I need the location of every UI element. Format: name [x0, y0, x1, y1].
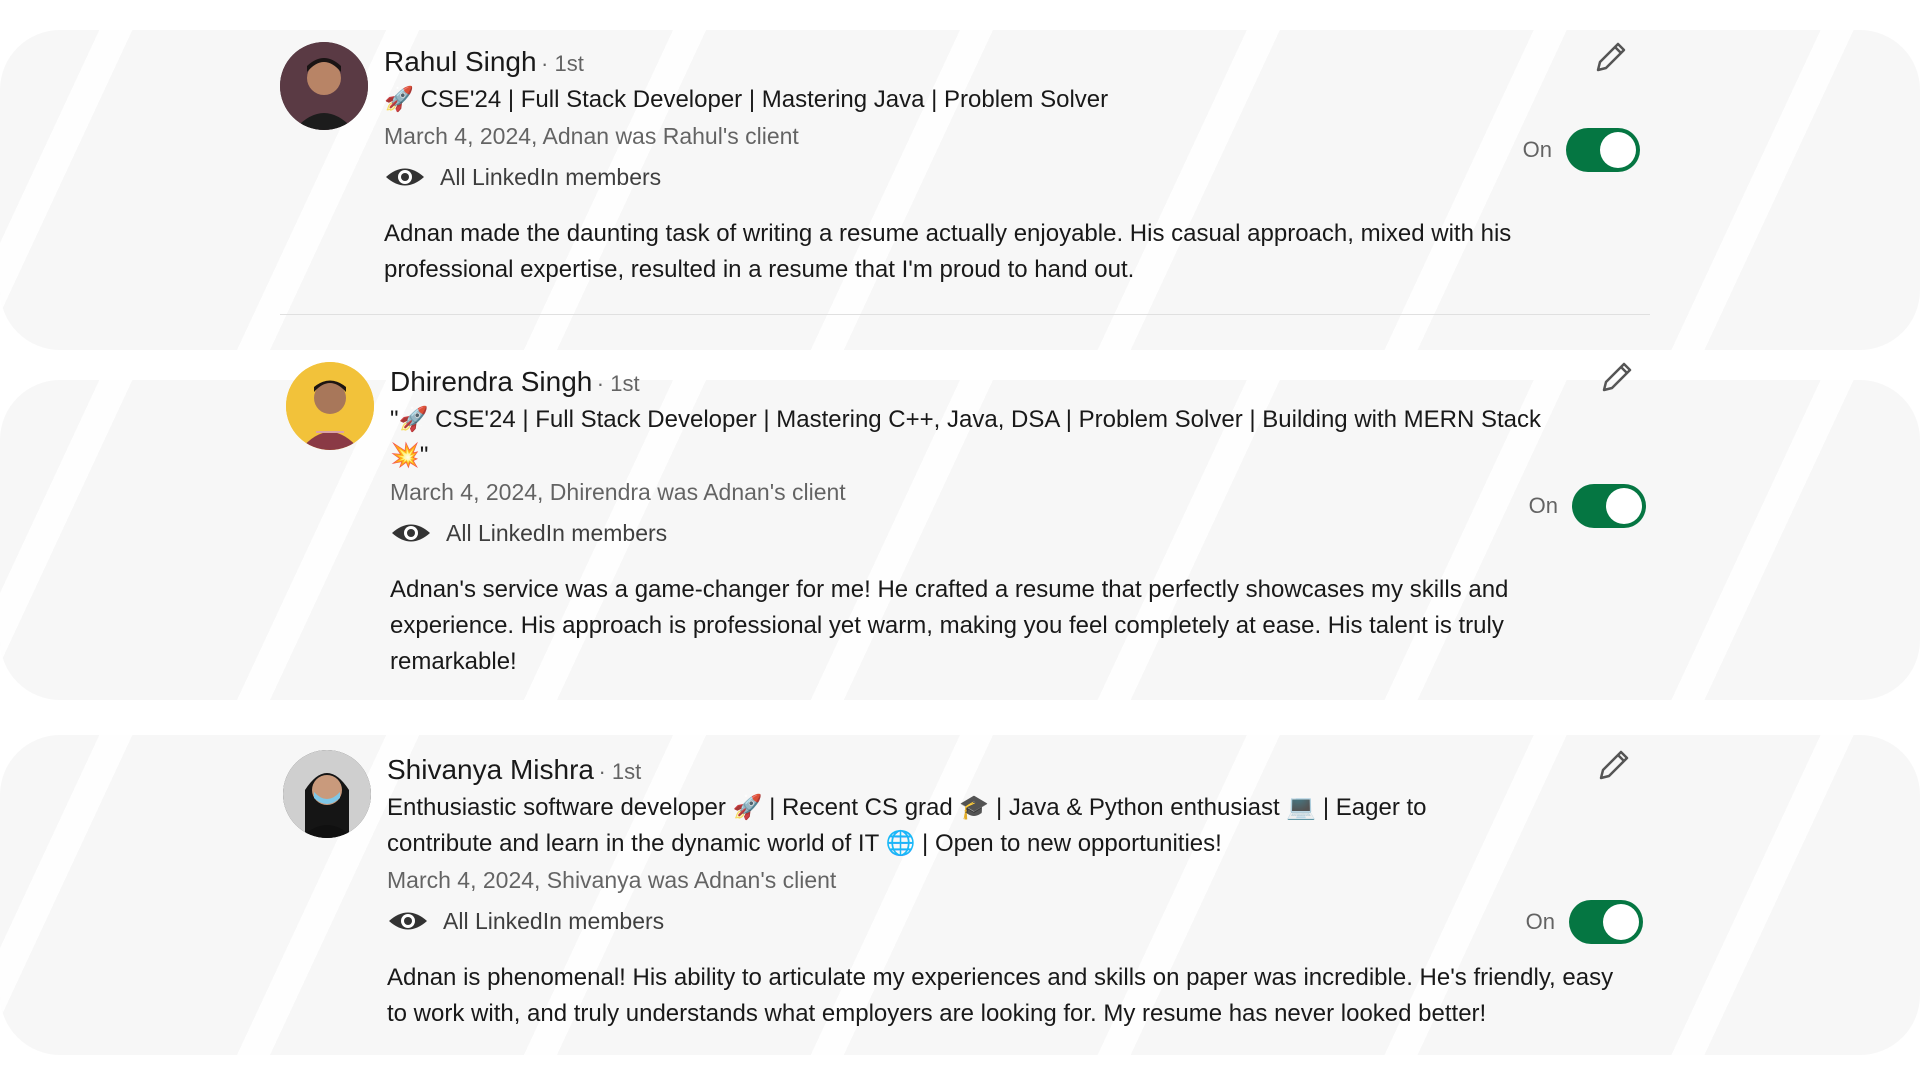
avatar-rahul[interactable]: [280, 42, 368, 130]
recommendation-date: March 4, 2024, Adnan was Rahul's client: [384, 123, 799, 149]
recommendation-text: Adnan is phenomenal! His ability to arti…: [387, 964, 1614, 1027]
recommendations-page: Rahul Singh · 1st 🚀 CSE'24 | Full Stack …: [0, 0, 1920, 1080]
toggle-label: On: [1522, 137, 1552, 162]
recommendation-date: March 4, 2024, Shivanya was Adnan's clie…: [387, 867, 837, 893]
toggle-knob: [1600, 132, 1636, 168]
visibility-label: All LinkedIn members: [440, 164, 662, 190]
recommendation-text: Adnan made the daunting task of writing …: [384, 220, 1512, 283]
edit-button[interactable]: [1593, 746, 1633, 786]
toggle-label: On: [1528, 493, 1558, 518]
connection-degree: · 1st: [598, 759, 642, 784]
visibility-toggle[interactable]: [1566, 128, 1640, 172]
avatar-shivanya-image: [283, 750, 371, 838]
recommendation-card-shivanya: Shivanya Mishra · 1st Enthusiastic softw…: [283, 750, 1653, 1050]
toggle-knob: [1606, 488, 1642, 524]
connection-degree: · 1st: [541, 51, 584, 76]
pencil-icon: [1596, 42, 1626, 72]
visibility-row: All LinkedIn members: [387, 900, 1567, 942]
avatar-shivanya[interactable]: [283, 750, 371, 838]
recommendation-content: Shivanya Mishra · 1st Enthusiastic softw…: [387, 750, 1613, 1032]
recommendation-content: Dhirendra Singh · 1st "🚀 CSE'24 | Full S…: [390, 362, 1570, 680]
visibility-toggle-group: On: [1529, 484, 1646, 528]
avatar-rahul-image: [280, 42, 368, 130]
eye-icon: [386, 168, 424, 186]
recommendation-content: Rahul Singh · 1st 🚀 CSE'24 | Full Stack …: [384, 42, 1564, 288]
visibility-label: All LinkedIn members: [446, 520, 668, 546]
avatar-dhirendra[interactable]: [286, 362, 374, 450]
recommendation-date: March 4, 2024, Dhirendra was Adnan's cli…: [390, 479, 846, 505]
recommender-headline: 🚀 CSE'24 | Full Stack Developer | Master…: [384, 86, 1109, 113]
visibility-row: All LinkedIn members: [390, 512, 1570, 554]
recommender-name[interactable]: Shivanya Mishra: [387, 754, 594, 785]
recommendation-card-rahul: Rahul Singh · 1st 🚀 CSE'24 | Full Stack …: [280, 42, 1650, 315]
name-row: Dhirendra Singh · 1st: [390, 362, 1570, 402]
visibility-toggle-group: On: [1526, 900, 1643, 944]
recommendation-text: Adnan's service was a game-changer for m…: [390, 576, 1509, 675]
name-row: Rahul Singh · 1st: [384, 42, 1564, 82]
visibility-toggle[interactable]: [1569, 900, 1643, 944]
pencil-icon: [1599, 750, 1629, 780]
recommender-headline: Enthusiastic software developer 🚀 | Rece…: [387, 794, 1427, 857]
visibility-label: All LinkedIn members: [443, 908, 665, 934]
pencil-icon: [1602, 362, 1632, 392]
visibility-toggle-group: On: [1523, 128, 1640, 172]
eye-icon: [392, 524, 430, 542]
edit-button[interactable]: [1590, 38, 1630, 78]
visibility-toggle[interactable]: [1572, 484, 1646, 528]
recommendation-card-dhirendra: Dhirendra Singh · 1st "🚀 CSE'24 | Full S…: [286, 362, 1656, 682]
visibility-row: All LinkedIn members: [384, 156, 1564, 198]
recommender-name[interactable]: Rahul Singh: [384, 46, 537, 77]
name-row: Shivanya Mishra · 1st: [387, 750, 1567, 790]
toggle-knob: [1603, 904, 1639, 940]
connection-degree: · 1st: [596, 371, 640, 396]
recommender-name[interactable]: Dhirendra Singh: [390, 366, 592, 397]
avatar-dhirendra-image: [286, 362, 374, 450]
toggle-label: On: [1525, 909, 1555, 934]
edit-button[interactable]: [1596, 358, 1636, 398]
recommender-headline: "🚀 CSE'24 | Full Stack Developer | Maste…: [390, 406, 1542, 469]
eye-icon: [389, 912, 427, 930]
divider: [280, 314, 1650, 315]
